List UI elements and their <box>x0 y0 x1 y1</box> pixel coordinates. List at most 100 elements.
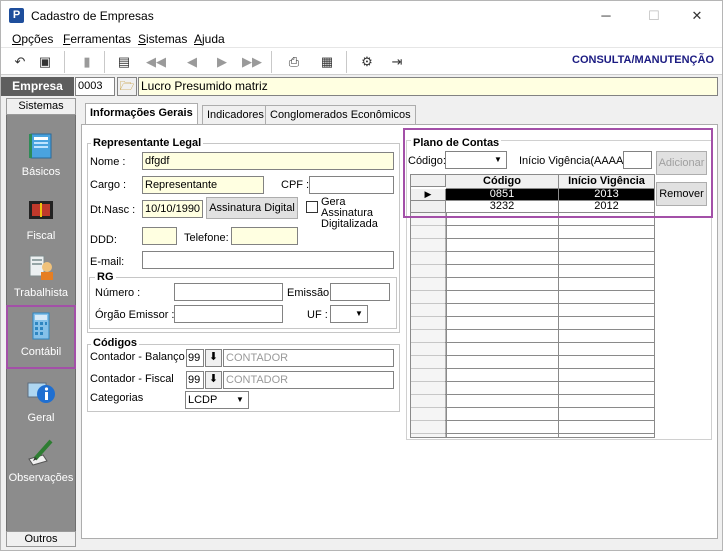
tab-conglomerados[interactable]: Conglomerados Econômicos <box>265 105 416 124</box>
window-title: Cadastro de Empresas <box>31 9 154 23</box>
gera-assinatura-checkbox[interactable] <box>306 201 318 213</box>
calculator-icon <box>32 312 50 340</box>
sidebar-item-label: Contábil <box>20 346 62 358</box>
sidebar-item-observacoes[interactable]: Observações <box>6 431 76 495</box>
categorias-label: Categorias <box>90 392 144 404</box>
sidebar-header[interactable]: Sistemas <box>6 98 76 115</box>
close-button[interactable]: ✕ <box>677 5 717 27</box>
next-record-icon[interactable]: ▶ <box>211 52 233 72</box>
cpf-label: CPF : <box>281 179 310 191</box>
sidebar-item-label: Geral <box>27 412 55 424</box>
grid-empty-rows <box>411 213 654 437</box>
dtnasc-label: Dt.Nasc : <box>90 204 136 216</box>
last-record-icon[interactable]: ▶▶ <box>241 52 263 72</box>
toolbar-separator <box>64 51 65 73</box>
save-icon[interactable]: ▣ <box>34 52 56 72</box>
nome-field[interactable]: dfgdf <box>142 152 394 170</box>
open-folder-icon[interactable]: 🗁 <box>117 77 137 96</box>
tab-indicadores[interactable]: Indicadores <box>202 105 269 124</box>
nome-label: Nome : <box>90 156 126 168</box>
rg-numero-field[interactable] <box>174 283 283 301</box>
rg-uf-select[interactable]: ▼ <box>330 305 368 323</box>
email-label: E-mail: <box>90 256 125 268</box>
rg-orgao-field[interactable] <box>174 305 283 323</box>
balanco-label: Contador - Balanço <box>90 351 185 363</box>
menu-opcoes[interactable]: Opções <box>12 32 53 46</box>
balanco-code-field[interactable]: 99 <box>186 349 204 367</box>
ledger-icon <box>29 201 53 219</box>
sidebar-item-label: Observações <box>8 472 74 484</box>
chevron-down-icon: ▼ <box>233 393 247 407</box>
emissao-label: Emissão : <box>287 287 336 299</box>
rg-title: RG <box>95 271 116 283</box>
balanco-lookup-icon[interactable]: ⬇ <box>205 349 222 367</box>
undo-icon[interactable]: ↶ <box>9 52 31 72</box>
plano-highlight-frame <box>403 128 713 218</box>
worker-icon <box>29 255 53 280</box>
categorias-value: LCDP <box>188 394 218 406</box>
uf-label: UF : <box>307 309 328 321</box>
sidebar-item-geral[interactable]: Geral <box>6 371 76 435</box>
cargo-field[interactable]: Representante <box>142 176 264 194</box>
maximize-button[interactable]: ☐ <box>634 5 674 27</box>
sidebar-item-fiscal[interactable]: Fiscal <box>6 189 76 253</box>
balanco-name-field[interactable]: CONTADOR <box>223 349 394 367</box>
email-field[interactable] <box>142 251 394 269</box>
cargo-label: Cargo : <box>90 179 127 191</box>
toolbar-separator <box>346 51 347 73</box>
previous-record-icon[interactable]: ◀ <box>181 52 203 72</box>
orgao-label: Órgão Emissor : <box>95 309 175 321</box>
empresa-name-field[interactable]: Lucro Presumido matriz <box>138 77 718 96</box>
info-icon <box>27 382 55 403</box>
row-header-column <box>411 213 446 437</box>
ddd-field[interactable] <box>142 227 177 245</box>
codigos-title: Códigos <box>91 337 139 349</box>
sidebar-item-basicos[interactable]: Básicos <box>6 125 76 189</box>
fiscal-lookup-icon[interactable]: ⬇ <box>205 371 222 389</box>
chevron-down-icon: ▼ <box>352 307 366 321</box>
menu-ajuda[interactable]: Ajuda <box>194 32 225 46</box>
toolbar-separator <box>104 51 105 73</box>
fiscal-code-field[interactable]: 99 <box>186 371 204 389</box>
ddd-label: DDD: <box>90 234 117 246</box>
pen-icon <box>28 439 53 466</box>
numero-label: Número : <box>95 287 141 299</box>
tools-icon[interactable]: ⚙ <box>356 52 378 72</box>
print-icon[interactable]: ⎙ <box>283 52 305 72</box>
minimize-button[interactable]: ─ <box>586 5 626 27</box>
menu-sistemas[interactable]: Sistemas <box>138 32 187 46</box>
representante-title: Representante Legal <box>91 137 204 149</box>
empresa-code-field[interactable]: 0003 <box>75 77 115 96</box>
sidebar-item-label: Trabalhista <box>13 287 68 299</box>
sidebar-item-label: Fiscal <box>26 230 56 242</box>
gera-assinatura-label: Gera Assinatura Digitalizada <box>321 196 378 230</box>
app-logo-icon: P <box>9 8 24 23</box>
dtnasc-field[interactable]: 10/10/1990 <box>142 200 203 218</box>
main-window: P Cadastro de Empresas ─ ☐ ✕ Opções Ferr… <box>0 0 723 551</box>
sidebar-item-trabalhista[interactable]: Trabalhista <box>6 246 76 310</box>
empresa-label: Empresa <box>1 77 74 96</box>
notebook-icon <box>29 133 52 159</box>
telefone-label: Telefone: <box>184 232 229 244</box>
sidebar-footer[interactable]: Outros <box>6 531 76 547</box>
column-divider <box>446 213 447 437</box>
menu-ferramentas[interactable]: Ferramentas <box>63 32 131 46</box>
telefone-field[interactable] <box>231 227 298 245</box>
rg-emissao-field[interactable] <box>330 283 390 301</box>
exit-icon[interactable]: ⇥ <box>386 52 408 72</box>
categorias-select[interactable]: LCDP ▼ <box>185 391 249 409</box>
first-record-icon[interactable]: ◀◀ <box>145 52 167 72</box>
assinatura-digital-button[interactable]: Assinatura Digital <box>206 197 298 219</box>
mode-indicator: CONSULTA/MANUTENÇÃO <box>572 54 714 66</box>
column-divider <box>558 213 559 437</box>
report-icon[interactable]: ▦ <box>316 52 338 72</box>
fiscal-label: Contador - Fiscal <box>90 373 174 385</box>
sidebar-item-label: Básicos <box>21 166 61 178</box>
toolbar-separator <box>271 51 272 73</box>
bookmark-icon[interactable]: ▮ <box>76 52 98 72</box>
preview-icon[interactable]: ▤ <box>113 52 135 72</box>
tab-informacoes-gerais[interactable]: Informações Gerais <box>85 103 198 125</box>
sidebar-item-contabil[interactable]: Contábil <box>6 305 76 369</box>
fiscal-name-field[interactable]: CONTADOR <box>223 371 394 389</box>
cpf-field[interactable] <box>309 176 394 194</box>
